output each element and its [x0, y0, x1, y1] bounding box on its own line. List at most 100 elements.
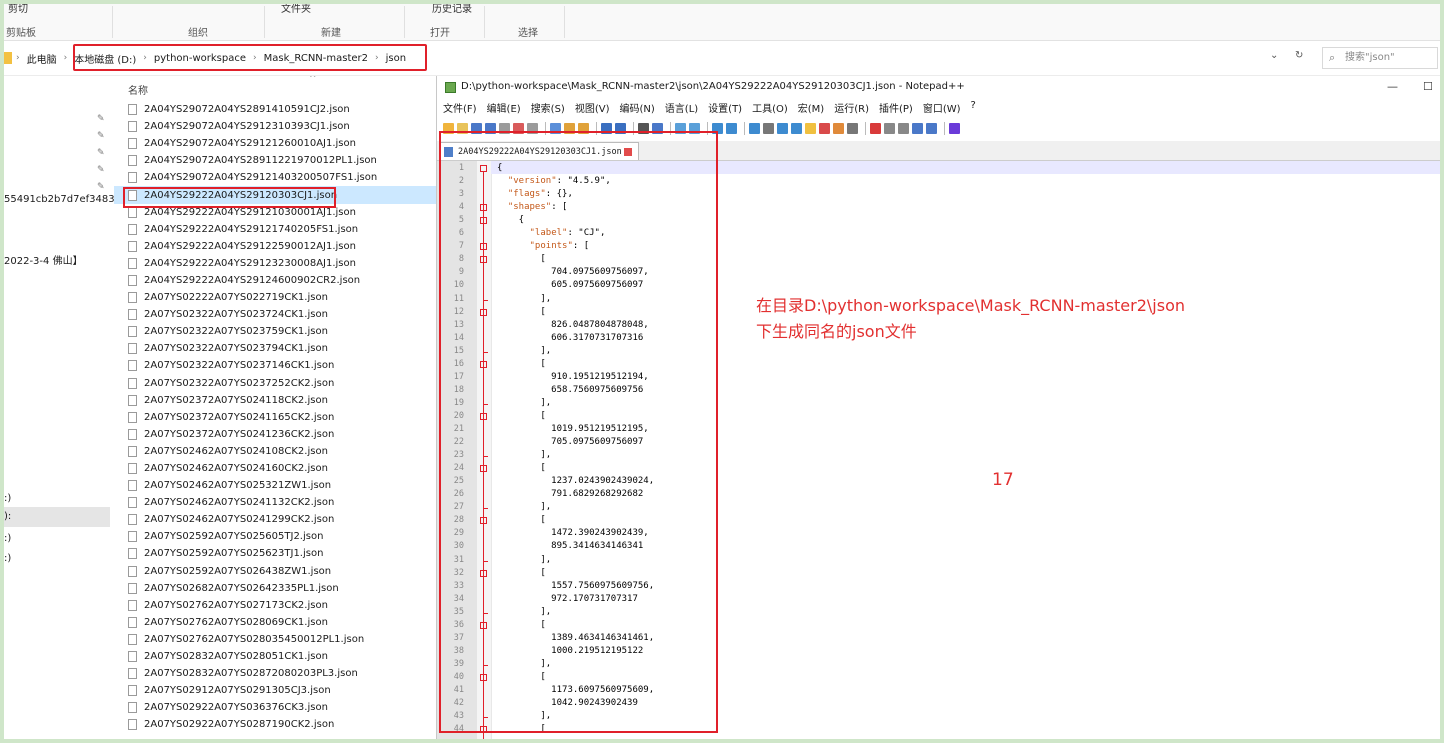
file-row[interactable]: 2A07YS02322A07YS023724CK1.json [114, 306, 436, 323]
menu-item[interactable]: 编辑(E) [487, 100, 521, 118]
nav-item[interactable]: :) [4, 553, 11, 564]
file-row[interactable]: 2A07YS02682A07YS02642335PL1.json [114, 580, 436, 597]
breadcrumb-this-pc[interactable]: 此电脑 [24, 51, 60, 66]
menu-item[interactable]: 文件(F) [443, 100, 477, 118]
minimize-icon[interactable]: — [1387, 76, 1398, 98]
nav-item[interactable]: :) [4, 493, 11, 504]
file-highlight-box [123, 187, 336, 208]
chevron-right-icon: › [16, 53, 20, 63]
pin-icon[interactable]: ✎ [97, 182, 105, 192]
file-row[interactable]: 2A07YS02922A07YS0287190CK2.json [114, 716, 436, 733]
folder-button[interactable]: 文件夹 [281, 4, 311, 15]
pin-icon[interactable]: ✎ [97, 114, 105, 124]
search-input[interactable]: ⌕ 搜索"json" [1322, 47, 1438, 69]
file-row[interactable]: 2A07YS02762A07YS028035450012PL1.json [114, 631, 436, 648]
file-row[interactable]: 2A07YS02762A07YS027173CK2.json [114, 597, 436, 614]
file-row[interactable]: 2A07YS02322A07YS0237252CK2.json [114, 375, 436, 392]
file-row[interactable]: 2A07YS02832A07YS02872080203PL3.json [114, 665, 436, 682]
toolbar-button-icon[interactable] [884, 122, 895, 134]
menu-item[interactable]: 语言(L) [665, 100, 698, 118]
file-row[interactable]: 2A04YS29072A04YS2891410591CJ2.json [114, 101, 436, 118]
menu-item[interactable]: 搜索(S) [531, 100, 565, 118]
ribbon-divider [484, 6, 485, 38]
toolbar-button-icon[interactable] [833, 122, 844, 134]
file-row[interactable]: 2A07YS02462A07YS025321ZW1.json [114, 477, 436, 494]
file-row[interactable]: 2A04YS29222A04YS29122590012AJ1.json [114, 238, 436, 255]
menu-item[interactable]: 窗口(W) [923, 100, 961, 118]
toolbar-button-icon[interactable] [805, 122, 816, 134]
pin-icon[interactable]: ✎ [97, 165, 105, 175]
toolbar-button-icon[interactable] [777, 122, 788, 134]
file-row[interactable]: 2A07YS02462A07YS0241132CK2.json [114, 494, 436, 511]
toolbar-button-icon[interactable] [847, 122, 858, 134]
file-row[interactable]: 2A07YS02322A07YS023794CK1.json [114, 340, 436, 357]
toolbar-button-icon[interactable] [926, 122, 937, 134]
file-row[interactable]: 2A07YS02372A07YS0241236CK2.json [114, 426, 436, 443]
file-row[interactable]: 2A07YS02832A07YS028051CK1.json [114, 648, 436, 665]
maximize-icon[interactable]: ☐ [1423, 76, 1433, 98]
menu-item[interactable]: 宏(M) [798, 100, 824, 118]
json-file-icon [128, 223, 137, 235]
file-row[interactable]: 2A07YS02222A07YS022719CK1.json [114, 289, 436, 306]
file-name: 2A07YS02462A07YS025321ZW1.json [144, 480, 332, 492]
nav-item[interactable]: 55491cb2b7d7ef3483 [4, 194, 115, 205]
chevron-right-icon: › [63, 53, 68, 63]
menu-item[interactable]: 编码(N) [620, 100, 655, 118]
file-row[interactable]: 2A07YS02372A07YS024118CK2.json [114, 392, 436, 409]
annotation-line-1: 在目录D:\python-workspace\Mask_RCNN-master2… [756, 296, 1186, 315]
toolbar-button-icon[interactable] [726, 122, 737, 134]
file-row[interactable]: 2A04YS29072A04YS2912310393CJ1.json [114, 118, 436, 135]
file-name: 2A07YS02922A07YS036376CK3.json [144, 702, 328, 714]
refresh-icon[interactable]: ↻ [1295, 50, 1303, 61]
file-row[interactable]: 2A07YS02462A07YS024160CK2.json [114, 460, 436, 477]
file-row[interactable]: 2A07YS02922A07YS036376CK3.json [114, 699, 436, 716]
file-row[interactable]: 2A07YS02592A07YS025623TJ1.json [114, 545, 436, 562]
json-file-icon [128, 309, 137, 321]
file-name: 2A04YS29222A04YS29121030001AJ1.json [144, 206, 356, 218]
toolbar-button-icon[interactable] [870, 122, 881, 134]
json-file-icon [128, 685, 137, 697]
menu-item[interactable]: ? [971, 100, 976, 118]
history-button[interactable]: 历史记录 [432, 4, 472, 15]
pin-icon[interactable]: ✎ [97, 148, 105, 158]
file-row[interactable]: 2A07YS02372A07YS0241165CK2.json [114, 409, 436, 426]
file-row[interactable]: 2A07YS02462A07YS024108CK2.json [114, 443, 436, 460]
menu-item[interactable]: 视图(V) [575, 100, 610, 118]
chevron-down-icon[interactable]: ⌄ [1270, 50, 1278, 61]
file-row[interactable]: 2A04YS29222A04YS29124600902CR2.json [114, 272, 436, 289]
file-row[interactable]: 2A07YS02592A07YS026438ZW1.json [114, 563, 436, 580]
toolbar-button-icon[interactable] [763, 122, 774, 134]
column-header-name[interactable]: 名称 [128, 82, 148, 97]
menu-item[interactable]: 设置(T) [708, 100, 742, 118]
menu-item[interactable]: 工具(O) [752, 100, 788, 118]
page-number: 17 [992, 470, 1014, 490]
file-row[interactable]: 2A04YS29222A04YS29123230008AJ1.json [114, 255, 436, 272]
file-row[interactable]: 2A07YS02762A07YS028069CK1.json [114, 614, 436, 631]
file-row[interactable]: 2A04YS29072A04YS28911221970012PL1.json [114, 152, 436, 169]
pin-icon[interactable]: ✎ [97, 131, 105, 141]
file-row[interactable]: 2A07YS02322A07YS023759CK1.json [114, 323, 436, 340]
toolbar-button-icon[interactable] [898, 122, 909, 134]
nav-item[interactable]: ): [4, 511, 11, 522]
file-row[interactable]: 2A07YS02462A07YS0241299CK2.json [114, 511, 436, 528]
nav-item[interactable]: :) [4, 533, 11, 544]
toolbar-button-icon[interactable] [791, 122, 802, 134]
cut-button[interactable]: 剪切 [8, 4, 28, 15]
file-name: 2A07YS02762A07YS028069CK1.json [144, 616, 328, 628]
file-row[interactable]: 2A04YS29072A04YS29121260010AJ1.json [114, 135, 436, 152]
file-row[interactable]: 2A04YS29222A04YS29121740205FS1.json [114, 221, 436, 238]
menu-item[interactable]: 运行(R) [834, 100, 869, 118]
file-row[interactable]: 2A07YS02912A07YS0291305CJ3.json [114, 682, 436, 699]
file-name: 2A07YS02372A07YS0241165CK2.json [144, 411, 335, 423]
toolbar-button-icon[interactable] [912, 122, 923, 134]
toolbar-button-icon[interactable] [749, 122, 760, 134]
file-row[interactable]: 2A04YS29072A04YS29121403200507FS1.json [114, 169, 436, 186]
nav-item[interactable]: 2022-3-4 佛山】 [4, 252, 83, 267]
json-file-icon [128, 582, 137, 594]
menu-item[interactable]: 插件(P) [879, 100, 913, 118]
file-row[interactable]: 2A07YS02592A07YS025605TJ2.json [114, 528, 436, 545]
toolbar-button-icon[interactable] [819, 122, 830, 134]
file-row[interactable]: 2A07YS02322A07YS0237146CK1.json [114, 357, 436, 374]
screenshot-frame: 剪切 文件夹 历史记录 剪贴板 组织 新建 打开 选择 › 此电脑 › 本地磁盘… [0, 0, 1444, 743]
toolbar-button-icon[interactable] [949, 122, 960, 134]
